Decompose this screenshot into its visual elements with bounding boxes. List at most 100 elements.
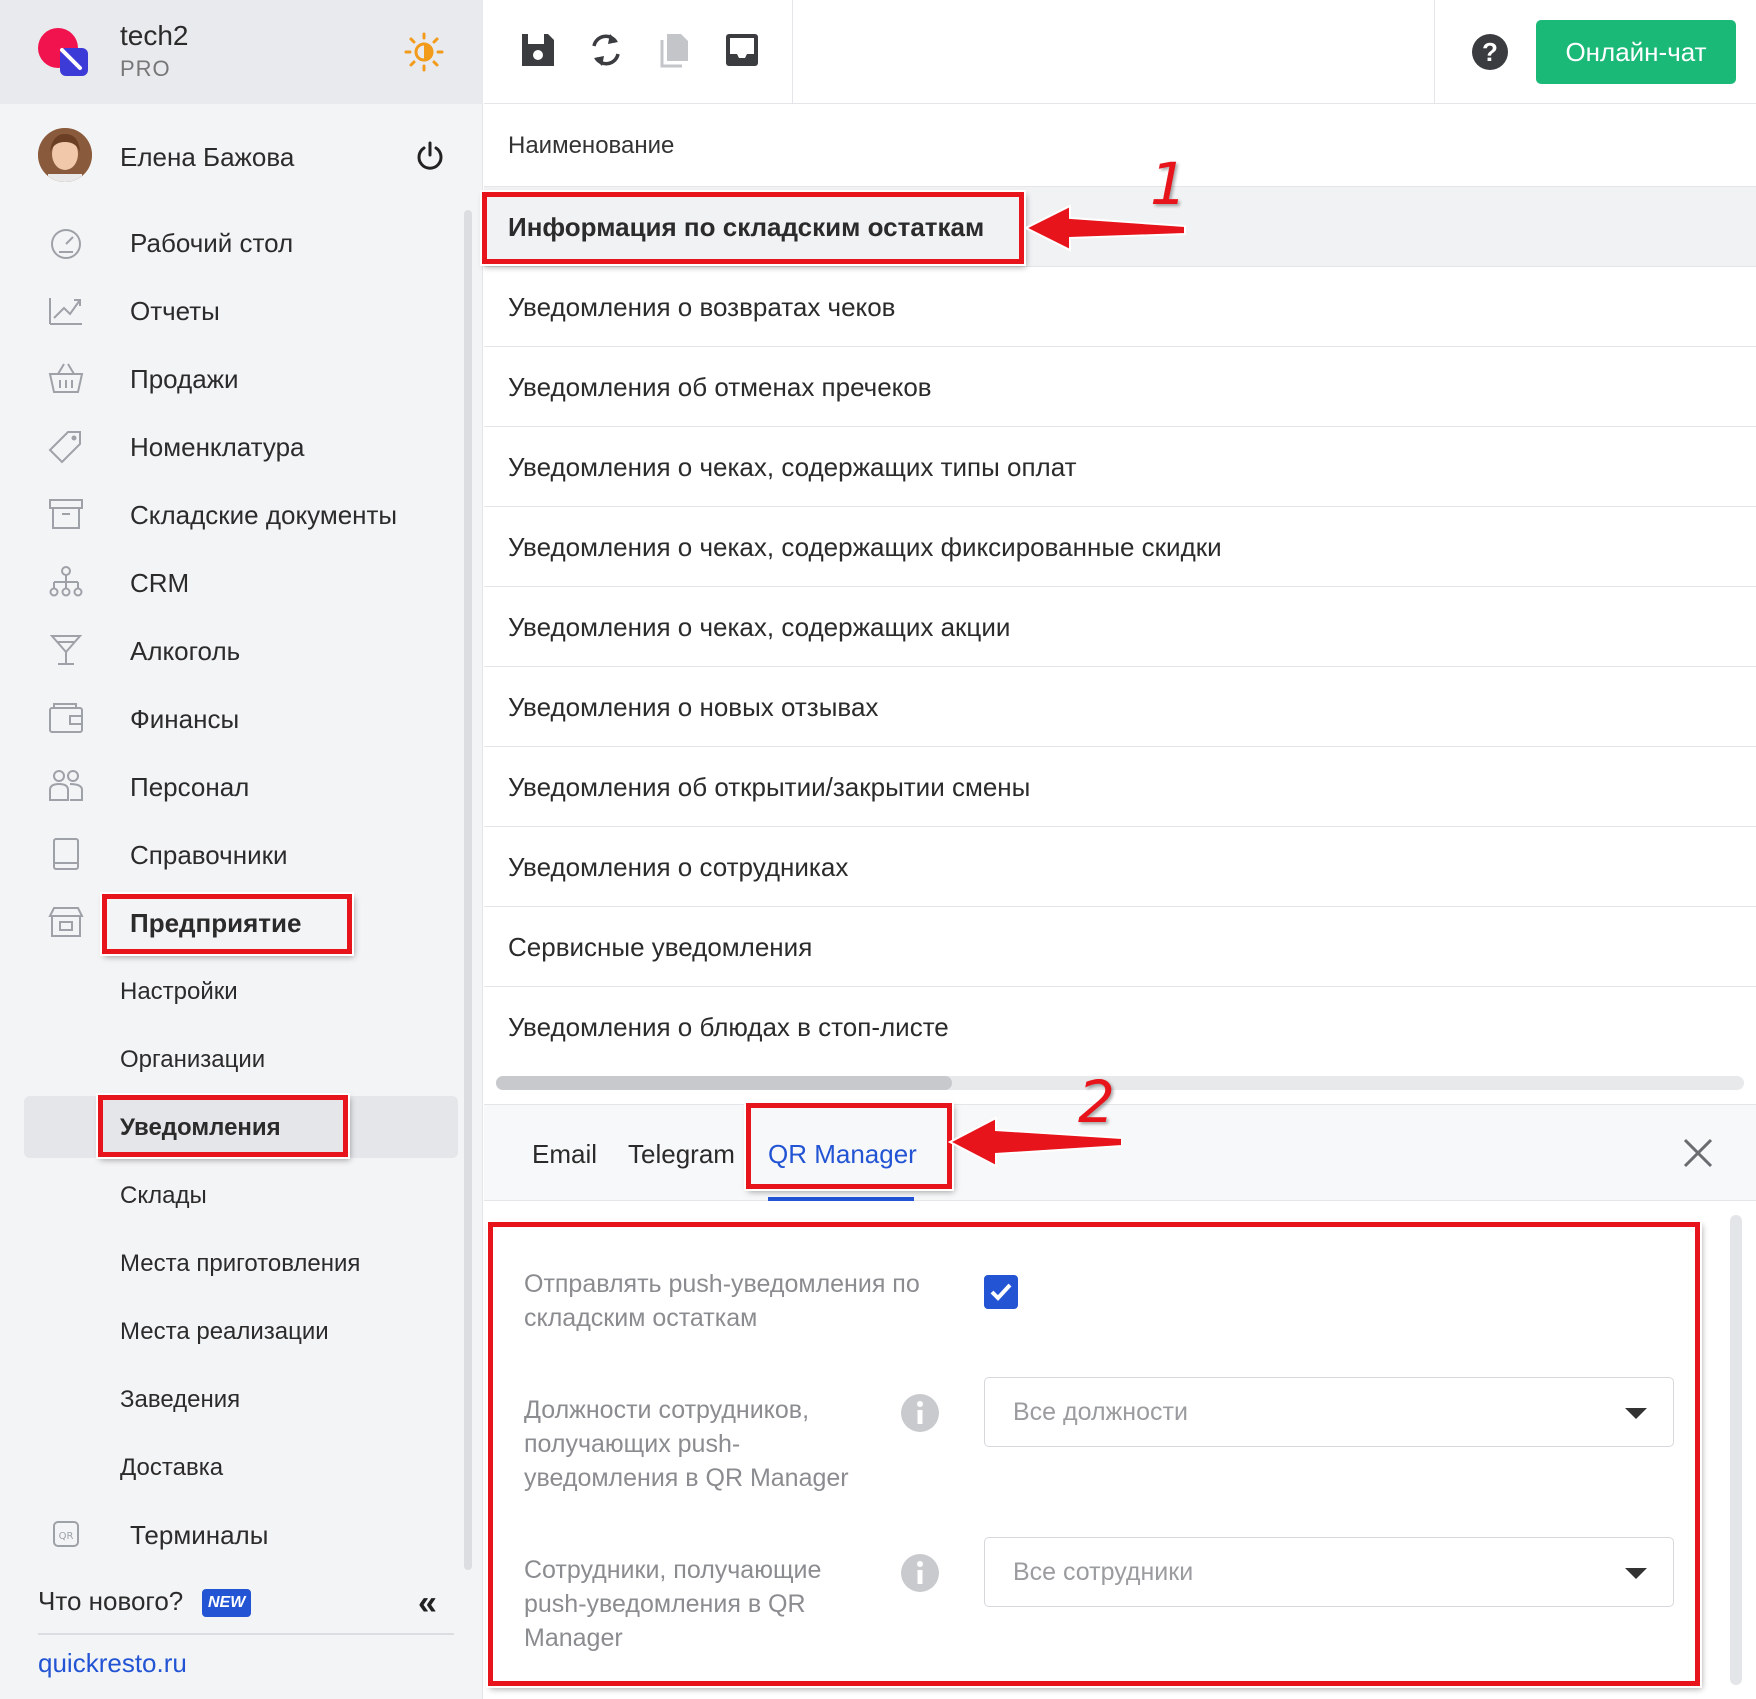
sidebar-item-label: Продажи (130, 364, 239, 394)
divider (38, 1633, 454, 1635)
tab-telegram[interactable]: Telegram (628, 1139, 735, 1170)
sidebar-item-staff[interactable]: Персонал (0, 752, 470, 820)
brand-plan: PRO (120, 56, 171, 81)
inbox-icon[interactable] (722, 30, 762, 70)
tag-icon (48, 431, 81, 464)
annotation-number-1: 1 (1150, 150, 1187, 218)
sidebar-subitem-label: Заведения (120, 1386, 241, 1413)
table-row[interactable]: Уведомления о чеках, содержащих акции (484, 587, 1756, 667)
sidebar-item-label: Терминалы (130, 1520, 269, 1550)
sidebar-item-references[interactable]: Справочники (0, 820, 470, 888)
horizontal-scrollbar[interactable] (496, 1076, 1744, 1090)
sidebar-item-label: CRM (130, 568, 190, 598)
save-icon[interactable] (518, 30, 558, 70)
sidebar-item-label: Алкоголь (130, 636, 241, 666)
table-row[interactable]: Сервисные уведомления (484, 907, 1756, 987)
table-row[interactable]: Уведомления об отменах пречеков (484, 347, 1756, 427)
panel-scrollbar[interactable] (1730, 1215, 1742, 1685)
active-tab-indicator (768, 1197, 914, 1201)
sidebar-subitem-warehouses[interactable]: Склады (0, 1160, 470, 1228)
toolbar-divider (792, 0, 793, 104)
hierarchy-icon (49, 566, 83, 597)
sidebar-item-alcohol[interactable]: Алкоголь (0, 616, 470, 684)
brand-header: tech2 PRO (0, 0, 483, 104)
user-profile: Елена Бажова (0, 120, 483, 192)
table-row[interactable]: Уведомления о блюдах в стоп-листе (484, 987, 1756, 1067)
sidebar-subitem-label: Настройки (120, 978, 238, 1005)
user-name: Елена Бажова (120, 142, 295, 172)
sidebar-item-dashboard[interactable]: Рабочий стол (0, 208, 470, 276)
annotation-number-2: 2 (1078, 1068, 1115, 1136)
help-icon[interactable]: ? (1470, 32, 1510, 72)
sidebar-subitem-cooking-places[interactable]: Места приготовления (0, 1228, 470, 1296)
sidebar-subitem-sale-places[interactable]: Места реализации (0, 1296, 470, 1364)
sidebar-item-label: Складские документы (130, 500, 398, 530)
annotation-box-settings (488, 1222, 1700, 1686)
sidebar-nav: Рабочий стол Отчеты Продажи Номенклатура… (0, 208, 470, 1568)
column-header-name[interactable]: Наименование (484, 104, 1756, 187)
table-row[interactable]: Уведомления о чеках, содержащих типы опл… (484, 427, 1756, 507)
new-badge: NEW (202, 1589, 252, 1617)
sidebar-item-label: Рабочий стол (130, 228, 294, 258)
sidebar-item-nomenclature[interactable]: Номенклатура (0, 412, 470, 480)
avatar-photo-icon (38, 128, 92, 182)
sidebar: tech2 PRO Елена Бажова Рабочий стол Отче… (0, 0, 483, 1699)
cocktail-icon (49, 635, 83, 665)
sidebar-item-reports[interactable]: Отчеты (0, 276, 470, 344)
annotation-box-enterprise (102, 894, 352, 954)
table-row[interactable]: Уведомления о возвратах чеков (484, 267, 1756, 347)
sidebar-subitem-label: Места приготовления (120, 1250, 361, 1277)
logo-icon (38, 28, 88, 76)
sidebar-item-label: Справочники (130, 840, 288, 870)
annotation-box-qr-tab (746, 1103, 952, 1189)
sidebar-item-label: Персонал (130, 772, 250, 802)
sidebar-item-warehouse-docs[interactable]: Складские документы (0, 480, 470, 548)
refresh-icon[interactable] (586, 30, 626, 70)
qr-icon: QR (53, 1521, 79, 1547)
sidebar-subitem-establishments[interactable]: Заведения (0, 1364, 470, 1432)
sidebar-subitem-label: Склады (120, 1182, 207, 1209)
svg-text:QR: QR (59, 1531, 74, 1542)
basket-icon (48, 363, 84, 393)
sidebar-item-terminals[interactable]: QR Терминалы (0, 1500, 470, 1568)
sidebar-item-label: Отчеты (130, 296, 220, 326)
sidebar-scrollbar[interactable] (464, 210, 472, 1570)
book-icon (53, 838, 79, 870)
sidebar-item-label: Финансы (130, 704, 240, 734)
people-icon (49, 770, 83, 801)
sidebar-subitem-organizations[interactable]: Организации (0, 1024, 470, 1092)
collapse-sidebar-button[interactable]: « (418, 1584, 437, 1623)
site-link[interactable]: quickresto.ru (38, 1648, 187, 1679)
toolbar-divider (1434, 0, 1435, 104)
close-icon[interactable] (1680, 1135, 1716, 1171)
archive-icon (49, 499, 83, 529)
store-icon (48, 907, 84, 937)
tab-email[interactable]: Email (532, 1139, 597, 1170)
sidebar-item-sales[interactable]: Продажи (0, 344, 470, 412)
sidebar-item-finance[interactable]: Финансы (0, 684, 470, 752)
scrollbar-thumb[interactable] (496, 1076, 952, 1090)
online-chat-button[interactable]: Онлайн-чат (1536, 20, 1736, 84)
avatar[interactable] (38, 128, 92, 182)
sidebar-item-label: Номенклатура (130, 432, 305, 462)
power-icon[interactable] (414, 140, 446, 172)
sidebar-subitem-delivery[interactable]: Доставка (0, 1432, 470, 1500)
sidebar-subitem-label: Места реализации (120, 1318, 329, 1345)
annotation-box-stock-row (482, 192, 1024, 264)
svg-text:?: ? (1482, 37, 1498, 67)
theme-sun-icon[interactable] (404, 32, 444, 72)
whats-new-link[interactable]: Что нового? (38, 1586, 183, 1617)
copy-icon[interactable] (654, 30, 694, 70)
table-row[interactable]: Уведомления о сотрудниках (484, 827, 1756, 907)
sidebar-subitem-settings[interactable]: Настройки (0, 956, 470, 1024)
table-row[interactable]: Уведомления об открытии/закрытии смены (484, 747, 1756, 827)
dashboard-icon (51, 229, 81, 259)
table-row[interactable]: Уведомления о чеках, содержащих фиксиров… (484, 507, 1756, 587)
brand-name: tech2 (120, 20, 189, 51)
chart-up-icon (49, 298, 82, 325)
sidebar-item-crm[interactable]: CRM (0, 548, 470, 616)
table-row[interactable]: Уведомления о новых отзывах (484, 667, 1756, 747)
wallet-icon (49, 703, 83, 733)
sidebar-subitem-label: Организации (120, 1046, 266, 1073)
annotation-box-notifications (98, 1095, 348, 1157)
